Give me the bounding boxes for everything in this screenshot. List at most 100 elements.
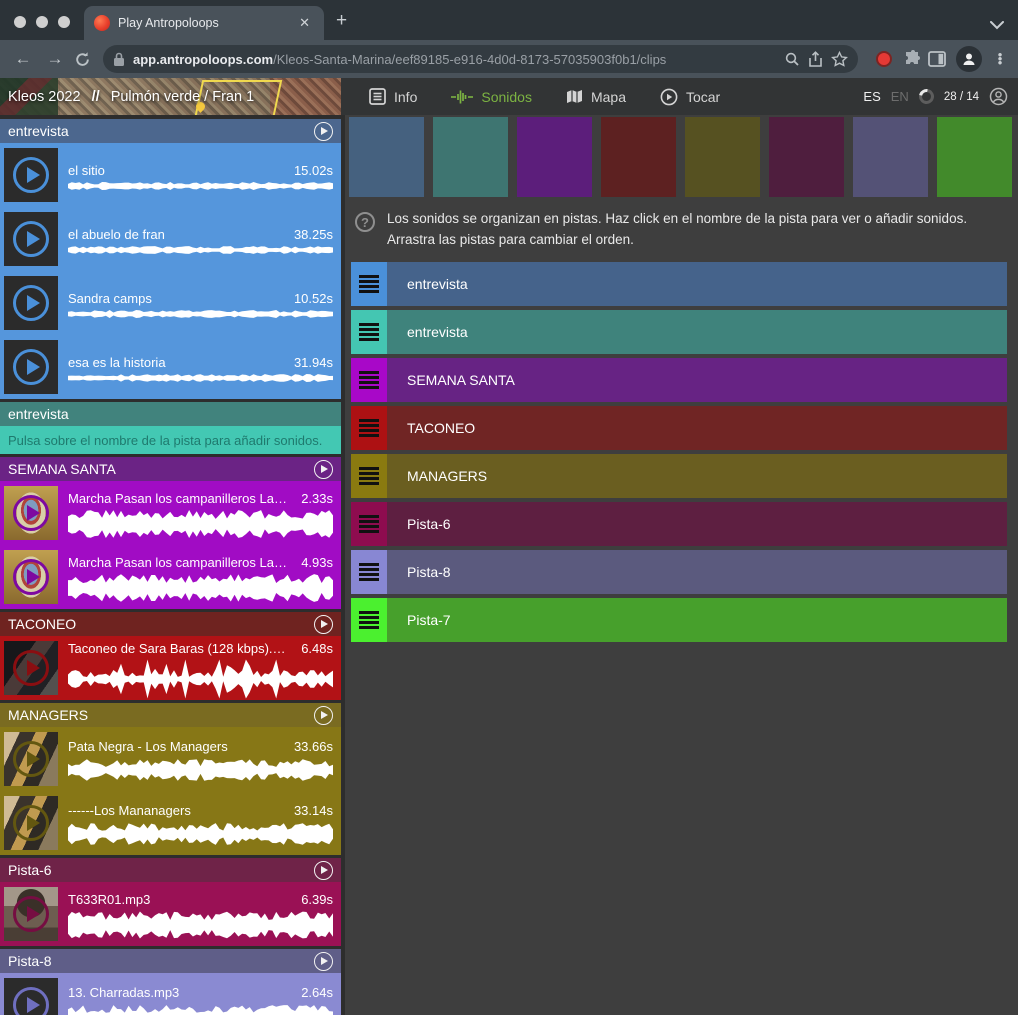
track-name-button[interactable]: Pista-6 xyxy=(387,502,1007,546)
track-name-button[interactable]: Pista-7 xyxy=(387,598,1007,642)
new-tab-button[interactable]: + xyxy=(324,10,361,40)
play-clip-button[interactable] xyxy=(13,650,49,686)
clip-row[interactable]: T633R01.mp36.39s xyxy=(0,882,341,946)
track-header[interactable]: Pista-8 xyxy=(0,949,341,973)
clip-row[interactable]: Marcha Pasan los campanilleros Las Mejor… xyxy=(0,545,341,609)
track-row[interactable]: entrevista xyxy=(351,262,1007,306)
play-clip-button[interactable] xyxy=(13,285,49,321)
track-swatch[interactable] xyxy=(601,117,676,197)
clip-row[interactable]: esa es la historia31.94s xyxy=(0,335,341,399)
track-name-button[interactable]: SEMANA SANTA xyxy=(387,358,1007,402)
zoom-page-icon[interactable] xyxy=(784,51,800,67)
clip-row[interactable]: Sandra camps10.52s xyxy=(0,271,341,335)
play-clip-button[interactable] xyxy=(13,559,49,595)
track-row[interactable]: Pista-8 xyxy=(351,550,1007,594)
track-header[interactable]: MANAGERS xyxy=(0,703,341,727)
track-header[interactable]: TACONEO xyxy=(0,612,341,636)
play-clip-button[interactable] xyxy=(13,741,49,777)
drag-handle[interactable] xyxy=(351,310,387,354)
profile-avatar[interactable] xyxy=(956,46,982,72)
clip-thumbnail[interactable] xyxy=(4,732,58,786)
track-row[interactable]: MANAGERS xyxy=(351,454,1007,498)
track-swatch[interactable] xyxy=(853,117,928,197)
clip-thumbnail[interactable] xyxy=(4,550,58,604)
play-clip-button[interactable] xyxy=(13,221,49,257)
clip-row[interactable]: el abuelo de fran38.25s xyxy=(0,207,341,271)
drag-handle[interactable] xyxy=(351,406,387,450)
browser-tab[interactable]: Play Antropoloops ✕ xyxy=(84,6,324,40)
nav-item-sonidos[interactable]: Sonidos xyxy=(439,83,544,111)
reload-button[interactable] xyxy=(74,51,91,68)
nav-item-mapa[interactable]: Mapa xyxy=(554,83,638,111)
nav-item-info[interactable]: Info xyxy=(357,82,429,111)
drag-handle[interactable] xyxy=(351,598,387,642)
clip-thumbnail[interactable] xyxy=(4,978,58,1015)
track-name-button[interactable]: TACONEO xyxy=(387,406,1007,450)
play-clip-button[interactable] xyxy=(13,495,49,531)
project-banner[interactable]: Kleos 2022 // Pulmón verde / Fran 1 xyxy=(0,78,341,115)
window-controls[interactable] xyxy=(0,16,84,40)
track-swatch[interactable] xyxy=(349,117,424,197)
play-track-button[interactable] xyxy=(314,122,333,141)
track-swatch[interactable] xyxy=(937,117,1012,197)
clip-thumbnail[interactable] xyxy=(4,148,58,202)
track-name-button[interactable]: MANAGERS xyxy=(387,454,1007,498)
close-window-button[interactable] xyxy=(14,16,26,28)
track-swatch[interactable] xyxy=(433,117,508,197)
nav-item-tocar[interactable]: Tocar xyxy=(648,82,732,112)
clip-thumbnail[interactable] xyxy=(4,486,58,540)
drag-handle[interactable] xyxy=(351,454,387,498)
clip-thumbnail[interactable] xyxy=(4,887,58,941)
forward-button[interactable]: → xyxy=(42,49,68,69)
clip-row[interactable]: Taconeo de Sara Baras (128 kbps).mp36.48… xyxy=(0,636,341,700)
share-icon[interactable] xyxy=(808,51,823,68)
track-swatch[interactable] xyxy=(517,117,592,197)
track-row[interactable]: Pista-6 xyxy=(351,502,1007,546)
clip-row[interactable]: Marcha Pasan los campanilleros Las Mejor… xyxy=(0,481,341,545)
track-header[interactable]: Pista-6 xyxy=(0,858,341,882)
account-icon[interactable] xyxy=(989,87,1008,106)
extensions-puzzle-icon[interactable] xyxy=(904,50,922,68)
browser-menu-button[interactable]: ••• xyxy=(992,53,1008,65)
minimize-window-button[interactable] xyxy=(36,16,48,28)
track-name-button[interactable]: entrevista xyxy=(387,310,1007,354)
maximize-window-button[interactable] xyxy=(58,16,70,28)
clip-row[interactable]: Pata Negra - Los Managers33.66s xyxy=(0,727,341,791)
bookmark-star-icon[interactable] xyxy=(831,51,848,68)
play-clip-button[interactable] xyxy=(13,896,49,932)
record-extension-icon[interactable] xyxy=(876,51,892,67)
play-track-button[interactable] xyxy=(314,952,333,971)
play-clip-button[interactable] xyxy=(13,157,49,193)
clip-thumbnail[interactable] xyxy=(4,276,58,330)
drag-handle[interactable] xyxy=(351,262,387,306)
track-row[interactable]: SEMANA SANTA xyxy=(351,358,1007,402)
clip-thumbnail[interactable] xyxy=(4,340,58,394)
play-clip-button[interactable] xyxy=(13,987,49,1015)
clip-thumbnail[interactable] xyxy=(4,641,58,695)
clip-row[interactable]: el sitio15.02s xyxy=(0,143,341,207)
clip-thumbnail[interactable] xyxy=(4,212,58,266)
drag-handle[interactable] xyxy=(351,358,387,402)
track-swatch[interactable] xyxy=(685,117,760,197)
track-name-button[interactable]: Pista-8 xyxy=(387,550,1007,594)
drag-handle[interactable] xyxy=(351,550,387,594)
play-track-button[interactable] xyxy=(314,615,333,634)
track-swatch[interactable] xyxy=(769,117,844,197)
play-track-button[interactable] xyxy=(314,460,333,479)
side-panel-icon[interactable] xyxy=(928,51,946,67)
play-track-button[interactable] xyxy=(314,706,333,725)
track-row[interactable]: TACONEO xyxy=(351,406,1007,450)
play-clip-button[interactable] xyxy=(13,805,49,841)
track-header[interactable]: entrevista xyxy=(0,402,341,426)
back-button[interactable]: ← xyxy=(10,49,36,69)
track-name-button[interactable]: entrevista xyxy=(387,262,1007,306)
address-bar[interactable]: app.antropoloops.com/Kleos-Santa-Marina/… xyxy=(103,45,858,73)
lang-es-button[interactable]: ES xyxy=(863,89,880,104)
track-header[interactable]: SEMANA SANTA xyxy=(0,457,341,481)
drag-handle[interactable] xyxy=(351,502,387,546)
play-track-button[interactable] xyxy=(314,861,333,880)
clip-row[interactable]: ------Los Mananagers33.14s xyxy=(0,791,341,855)
clip-row[interactable]: 13. Charradas.mp32.64s xyxy=(0,973,341,1015)
clip-thumbnail[interactable] xyxy=(4,796,58,850)
lang-en-button[interactable]: EN xyxy=(891,89,909,104)
